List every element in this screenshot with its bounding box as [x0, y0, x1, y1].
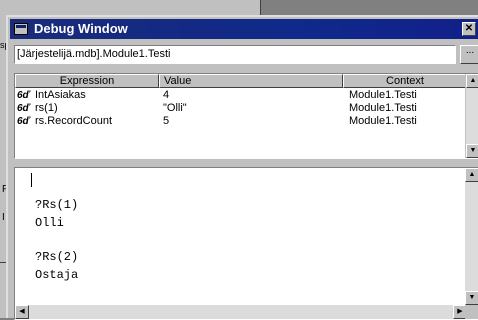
scroll-up-button[interactable]: ▲	[466, 74, 478, 88]
watch-value: 5	[163, 115, 170, 127]
immediate-horizontal-scrollbar[interactable]: ◀ ▶	[15, 305, 467, 319]
immediate-line: Ostaja	[35, 268, 79, 282]
column-header-expression[interactable]: Expression	[15, 74, 159, 88]
title-bar[interactable]: Debug Window ✕	[10, 19, 478, 39]
watch-expression-icon: 6ď	[17, 103, 30, 114]
watch-value: 4	[163, 89, 170, 101]
immediate-line: Olli	[35, 216, 64, 230]
scroll-down-button[interactable]: ▼	[466, 144, 478, 158]
immediate-pane[interactable]: ?Rs(1) Olli ?Rs(2) Ostaja ▲ ▼ ◀ ▶	[14, 167, 478, 320]
watch-expression: IntAsiakas	[35, 89, 86, 101]
immediate-line: ?Rs(1)	[35, 198, 79, 212]
watch-pane[interactable]: Expression Value Context 6ď IntAsiakas 4…	[14, 73, 478, 159]
text-caret	[31, 173, 32, 187]
close-button[interactable]: ✕	[462, 22, 476, 36]
window-title: Debug Window	[34, 21, 128, 36]
immediate-line: ?Rs(2)	[35, 250, 79, 264]
window-icon	[14, 23, 28, 35]
column-header-context[interactable]: Context	[343, 74, 467, 88]
watch-expression-icon: 6ď	[17, 116, 30, 127]
context-field[interactable]: [Järjestelijä.mdb].Module1.Testi	[14, 45, 456, 64]
watch-context: Module1.Testi	[349, 102, 417, 114]
scrollbar-corner	[465, 305, 478, 319]
scroll-up-button[interactable]: ▲	[465, 168, 478, 182]
immediate-vertical-scrollbar[interactable]: ▲ ▼	[465, 168, 478, 305]
debug-window[interactable]: Debug Window ✕ [Järjestelijä.mdb].Module…	[6, 15, 478, 320]
background-text-fragment: I	[2, 212, 5, 223]
watch-vertical-scrollbar[interactable]: ▲ ▼	[465, 74, 478, 158]
column-header-value[interactable]: Value	[159, 74, 343, 88]
watch-value: "Olli"	[163, 102, 187, 114]
scroll-down-button[interactable]: ▼	[465, 291, 478, 305]
watch-context: Module1.Testi	[349, 89, 417, 101]
context-browse-button[interactable]: ...	[460, 45, 478, 64]
scroll-left-button[interactable]: ◀	[15, 305, 29, 319]
watch-expression: rs.RecordCount	[35, 115, 113, 127]
watch-context: Module1.Testi	[349, 115, 417, 127]
watch-expression: rs(1)	[35, 102, 58, 114]
watch-expression-icon: 6ď	[17, 90, 30, 101]
